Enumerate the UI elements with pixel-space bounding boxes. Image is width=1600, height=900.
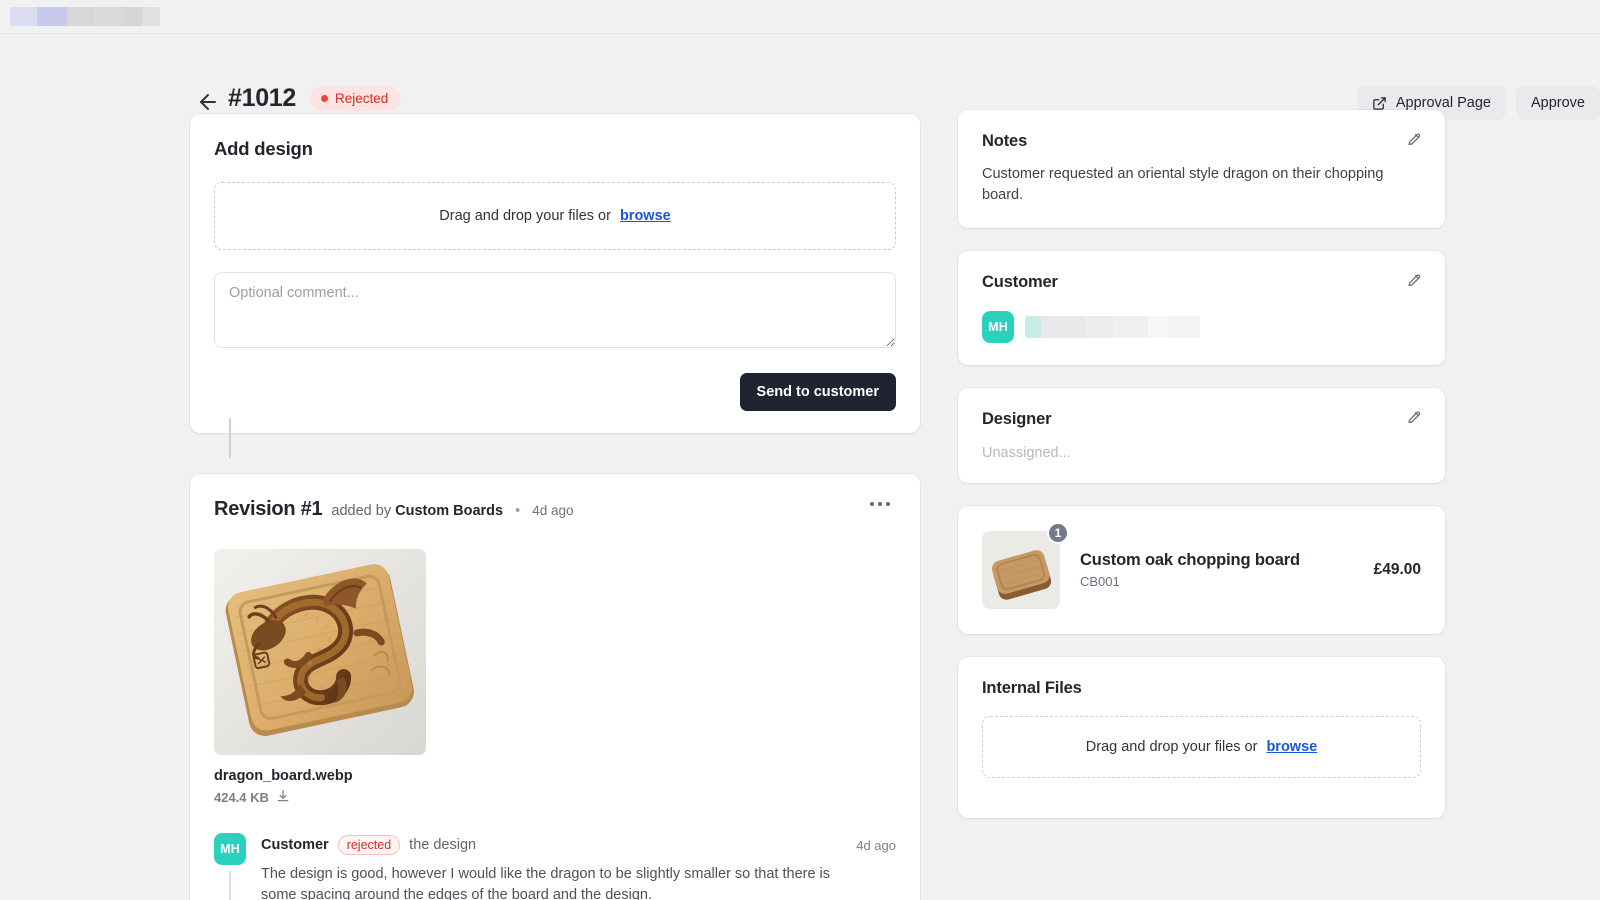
design-file-name: dragon_board.webp	[214, 768, 353, 784]
add-design-card: Add design Drag and drop your files or b…	[190, 114, 920, 433]
add-design-title: Add design	[214, 138, 313, 159]
browse-link[interactable]: browse	[620, 208, 671, 224]
customer-row[interactable]: MH	[982, 311, 1421, 344]
title-row: #1012 Rejected	[228, 84, 402, 113]
customer-title: Customer	[982, 273, 1058, 292]
product-thumbnail-image	[982, 531, 1060, 610]
status-badge-label: Rejected	[335, 91, 389, 106]
page-title: #1012	[228, 84, 297, 112]
internal-files-card: Internal Files Drag and drop your files …	[958, 657, 1445, 819]
dropzone-text: Drag and drop your files or	[439, 208, 611, 224]
revision-time: 4d ago	[532, 503, 574, 518]
comment-body: Customer rejected the design 4d ago The …	[261, 833, 896, 900]
product-card: 1 Custom oak chopping board CB001 £49.00	[958, 506, 1445, 635]
send-row: Send to customer	[214, 373, 896, 411]
product-info: Custom oak chopping board CB001	[1080, 551, 1300, 589]
avatar: MH	[214, 833, 246, 865]
main-column: Add design Drag and drop your files or b…	[190, 114, 920, 900]
product-name: Custom oak chopping board	[1080, 551, 1300, 570]
notes-title: Notes	[982, 132, 1028, 150]
internal-dropzone-text: Drag and drop your files or	[1085, 739, 1258, 756]
approve-button[interactable]: Approve	[1515, 86, 1600, 120]
revision-header: Revision #1 added by Custom Boards • 4d …	[214, 498, 896, 521]
revision-meta: added by Custom Boards • 4d ago	[331, 503, 573, 519]
notes-card: Notes Customer requested an oriental sty…	[958, 110, 1445, 229]
comment-text: The design is good, however I would like…	[261, 866, 831, 900]
internal-files-dropzone[interactable]: Drag and drop your files or browse	[982, 716, 1421, 779]
download-icon[interactable]	[276, 789, 290, 806]
revision-card: Revision #1 added by Custom Boards • 4d …	[190, 474, 920, 900]
send-to-customer-button[interactable]: Send to customer	[739, 373, 896, 411]
app-root: #1012 Rejected Feedback received on Jul …	[0, 0, 1600, 900]
optional-comment-input[interactable]	[214, 272, 896, 348]
designer-value[interactable]: Unassigned...	[982, 445, 1421, 461]
product-price: £49.00	[1373, 561, 1421, 579]
status-dot-icon	[321, 95, 329, 102]
comment-author: Customer	[261, 837, 329, 853]
top-bar	[0, 0, 1600, 34]
internal-browse-link[interactable]: browse	[1266, 739, 1317, 755]
comment-time: 4d ago	[856, 837, 896, 853]
product-row[interactable]: 1 Custom oak chopping board CB001 £49.00	[982, 522, 1421, 610]
card-thread-connector	[229, 418, 231, 458]
edit-designer-icon[interactable]	[1406, 408, 1423, 430]
status-badge: Rejected	[310, 86, 402, 111]
comment-action-text: the design	[409, 837, 477, 853]
thread-line	[229, 871, 231, 900]
revision-author: Custom Boards	[395, 503, 504, 519]
product-sku: CB001	[1080, 574, 1120, 590]
designer-title: Designer	[982, 410, 1052, 429]
internal-files-title: Internal Files	[982, 679, 1082, 698]
meta-separator: •	[515, 503, 521, 519]
added-by-prefix: added by	[331, 503, 392, 519]
product-thumbnail-wrap: 1	[982, 522, 1069, 610]
customer-comment: MH Customer rejected the design 4d ago T…	[214, 833, 896, 900]
revision-more-options-icon[interactable]	[864, 496, 896, 512]
revision-title: Revision #1	[214, 498, 323, 520]
customer-name-redacted	[1025, 316, 1200, 339]
comment-avatar-column: MH	[214, 833, 246, 900]
design-file-meta: 424.4 KB	[214, 789, 896, 806]
design-dropzone[interactable]: Drag and drop your files or browse	[214, 182, 896, 250]
comment-header: Customer rejected the design 4d ago	[261, 835, 896, 855]
edit-customer-icon[interactable]	[1406, 271, 1423, 293]
breadcrumb-redacted	[10, 7, 160, 26]
notes-text: Customer requested an oriental style dra…	[982, 166, 1384, 204]
sidebar-column: Notes Customer requested an oriental sty…	[958, 110, 1445, 819]
external-link-icon	[1372, 96, 1387, 111]
design-file-size: 424.4 KB	[214, 790, 269, 805]
approval-page-label: Approval Page	[1395, 95, 1491, 111]
customer-avatar: MH	[982, 311, 1014, 344]
back-arrow-icon[interactable]	[196, 90, 220, 114]
customer-card: Customer MH	[958, 251, 1445, 366]
page-header: #1012 Rejected Feedback received on Jul …	[0, 34, 1600, 135]
designer-card: Designer Unassigned...	[958, 388, 1445, 484]
design-thumbnail-image[interactable]	[214, 549, 426, 755]
comment-status-tag: rejected	[337, 835, 401, 855]
edit-notes-icon[interactable]	[1406, 130, 1423, 152]
product-quantity-badge: 1	[1047, 522, 1069, 545]
revision-thumbnail-wrap: dragon_board.webp 424.4 KB	[214, 549, 896, 806]
